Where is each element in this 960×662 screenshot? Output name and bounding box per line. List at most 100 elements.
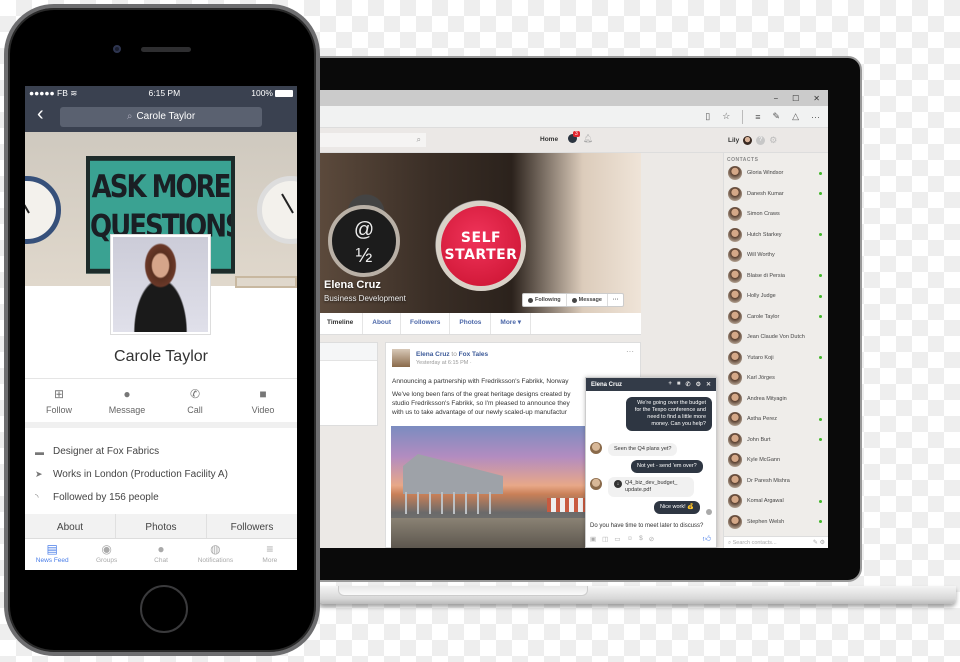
like-icon[interactable]: 👍︎ [703, 534, 711, 544]
contact-name: Kyle McGann [747, 457, 781, 464]
help-icon[interactable]: ? [756, 136, 766, 145]
more-icon[interactable]: ··· [811, 112, 820, 122]
contact-item[interactable]: Komal Argawal [724, 491, 828, 512]
chat-title[interactable]: Elena Cruz [591, 382, 622, 388]
add-people-icon[interactable]: + [668, 381, 672, 388]
phone-icon: ✆ [189, 387, 201, 401]
tab-timeline[interactable]: Timeline [318, 313, 364, 334]
contact-item[interactable]: Hutch Starkey [724, 225, 828, 246]
contact-item[interactable]: Dr Paresh Mishra [724, 471, 828, 492]
contact-item[interactable]: Blaise di Persia [724, 266, 828, 287]
tab-notifications[interactable]: ◍ Notifications [188, 539, 242, 570]
subtab-photos[interactable]: Photos [116, 514, 207, 538]
follow-button[interactable]: ⊞ Follow [25, 379, 93, 422]
menu-icon: ≡ [266, 542, 274, 556]
maximize-button[interactable]: ☐ [792, 94, 799, 103]
call-icon[interactable]: ✆ [686, 381, 691, 388]
tab-about[interactable]: About [363, 313, 402, 334]
hub-icon[interactable]: ≡ [755, 112, 760, 122]
bell-icon[interactable]: 🔔︎ [583, 134, 593, 143]
gif-icon[interactable]: ▭ [614, 535, 620, 543]
contact-item[interactable]: Simon Craws [724, 204, 828, 225]
chat-input[interactable]: Do you have time to meet later to discus… [590, 523, 703, 529]
user-name[interactable]: Lily [728, 137, 739, 144]
contact-item[interactable]: Yutaro Koji [724, 348, 828, 369]
contact-item[interactable]: Astha Perez [724, 409, 828, 430]
contact-avatar [728, 268, 742, 283]
post-author-avatar[interactable] [392, 349, 410, 367]
tab-followers[interactable]: Followers [401, 313, 451, 334]
contact-avatar [728, 309, 742, 324]
contacts-search-input[interactable]: ⌕ Search contacts... ✎ ⚙ [724, 536, 828, 548]
following-button[interactable]: Following [523, 294, 567, 306]
video-icon: ■ [259, 387, 267, 401]
contact-item[interactable]: Holly Judge [724, 286, 828, 307]
chat-attachment[interactable]: ↓ Q4_biz_dev_budget_update.pdf [608, 477, 694, 497]
post-author-link[interactable]: Elena Cruz [416, 351, 450, 358]
online-status-icon [819, 233, 822, 237]
info-work: ▬ Designer at Fox Fabrics [35, 446, 160, 457]
attach-icon[interactable]: ⊘ [649, 535, 654, 543]
compose-icon[interactable]: ✎ [813, 540, 818, 546]
contact-avatar [728, 350, 742, 365]
home-button[interactable] [140, 585, 188, 633]
photo-icon[interactable]: ▣ [590, 535, 596, 543]
subtab-followers[interactable]: Followers [207, 514, 297, 538]
phone-search-input[interactable]: ⌕ Carole Taylor [60, 107, 262, 127]
tab-news-feed[interactable]: ▤ News Feed [25, 539, 79, 570]
tab-photos[interactable]: Photos [450, 313, 492, 334]
subtab-about[interactable]: About [25, 514, 116, 538]
video-button[interactable]: ■ Video [229, 379, 297, 422]
emoji-icon[interactable]: ☺ [626, 535, 633, 543]
back-icon[interactable]: ‹ [37, 103, 44, 126]
minimize-button[interactable]: − [773, 94, 778, 103]
web-note-icon[interactable]: ✎ [773, 111, 781, 122]
contact-item[interactable]: Karl Jörges [724, 368, 828, 389]
video-call-icon[interactable]: ■ [677, 381, 681, 388]
message-button[interactable]: ● Message [93, 379, 161, 422]
user-avatar[interactable] [743, 136, 753, 145]
home-link[interactable]: Home [540, 136, 558, 143]
close-button[interactable]: ✕ [813, 94, 820, 103]
settings-icon[interactable]: ⚙ [769, 135, 777, 146]
chat-button[interactable]: 3 [568, 131, 580, 144]
online-status-icon [819, 520, 822, 524]
contact-avatar [728, 289, 742, 304]
profile-picture[interactable] [110, 234, 211, 335]
contact-name: Stephen Welsh [747, 518, 785, 525]
contact-item[interactable]: Will Worthy [724, 245, 828, 266]
chat-settings-icon[interactable]: ⚙ [696, 381, 701, 388]
chat-close-icon[interactable]: ✕ [706, 381, 711, 388]
online-status-icon [819, 438, 822, 442]
reading-view-icon[interactable]: ▯ [705, 111, 710, 122]
sticker-icon[interactable]: ◫ [602, 535, 608, 543]
contacts-settings-icon[interactable]: ⚙ [820, 540, 825, 546]
contact-item[interactable]: Gloria Windsor [724, 163, 828, 184]
post-group-link[interactable]: Fox Tales [459, 351, 489, 358]
favorite-star-icon[interactable]: ☆ [722, 111, 730, 122]
tab-more[interactable]: ≡ More [243, 539, 297, 570]
contact-item[interactable]: Danesh Kumar [724, 184, 828, 205]
tab-chat[interactable]: ● Chat [134, 539, 188, 570]
tab-groups[interactable]: ◉ Groups [79, 539, 133, 570]
globe-icon: ◍ [210, 542, 221, 556]
more-options-button[interactable]: ··· [608, 294, 624, 306]
contact-item[interactable]: Carole Taylor [724, 307, 828, 328]
online-status-icon [819, 417, 822, 421]
share-icon[interactable]: △ [792, 111, 799, 122]
message-icon [571, 297, 577, 303]
contact-item[interactable]: Andrea Mityagin [724, 389, 828, 410]
contact-item[interactable]: Jean Claude Von Dutch [724, 327, 828, 348]
post-more-button[interactable]: ··· [626, 347, 634, 356]
app-search-input[interactable]: ⌕ [318, 133, 426, 147]
contact-item[interactable]: Stephen Welsh [724, 512, 828, 533]
post-timestamp[interactable]: Yesterday at 6:15 PM · [416, 360, 472, 366]
tab-more[interactable]: More ▾ [491, 313, 532, 334]
payment-icon[interactable]: $ [639, 535, 643, 543]
post-photo[interactable] [391, 426, 591, 548]
front-camera [113, 45, 121, 53]
contact-item[interactable]: John Burt [724, 430, 828, 451]
call-button[interactable]: ✆ Call [161, 379, 229, 422]
contact-item[interactable]: Kyle McGann [724, 450, 828, 471]
message-button[interactable]: Message [567, 294, 608, 306]
